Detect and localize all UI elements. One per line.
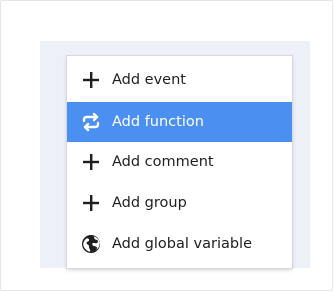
menu-item-add-global-variable[interactable]: Add global variable — [67, 224, 292, 264]
repeat-icon — [80, 111, 102, 133]
menu-item-add-event[interactable]: Add event — [67, 60, 292, 100]
menu-item-add-group[interactable]: Add group — [67, 183, 292, 223]
plus-icon — [80, 192, 102, 214]
menu-item-label: Add group — [112, 195, 187, 211]
menu-item-label: Add function — [112, 114, 204, 130]
plus-icon — [80, 151, 102, 173]
menu-item-label: Add comment — [112, 154, 214, 170]
globe-icon — [80, 233, 102, 255]
menu-item-label: Add event — [112, 72, 186, 88]
menu-item-add-function[interactable]: Add function — [67, 102, 292, 142]
menu-item-add-comment[interactable]: Add comment — [67, 142, 292, 182]
plus-icon — [80, 69, 102, 91]
context-menu: Add event Add function Add comment Add g… — [67, 56, 292, 268]
menu-item-label: Add global variable — [112, 236, 253, 252]
